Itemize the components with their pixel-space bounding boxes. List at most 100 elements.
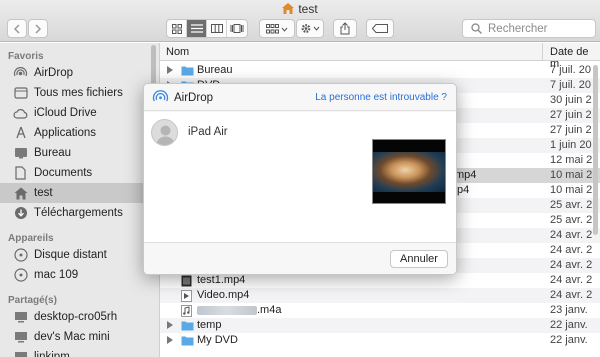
disclosure-triangle-icon[interactable] <box>167 336 173 344</box>
share-button[interactable] <box>333 19 357 38</box>
airdrop-sheet: AirDrop La personne est introuvable ? iP… <box>143 83 457 275</box>
sidebar-item-all-files[interactable]: Tous mes fichiers <box>0 83 159 103</box>
redacted-filename <box>197 306 257 315</box>
home-icon <box>282 3 295 14</box>
file-name: Video.mp4 <box>197 289 250 301</box>
sidebar-item-label: Bureau <box>34 147 72 159</box>
disclosure-triangle-icon[interactable] <box>167 66 173 74</box>
file-date: 22 janv. <box>550 334 588 346</box>
sidebar-item-label: mac 109 <box>34 269 79 281</box>
airdrop-sheet-header: AirDrop La personne est introuvable ? <box>144 84 456 111</box>
download-icon <box>13 206 28 221</box>
file-date: 27 juin 2 <box>550 124 592 136</box>
tag-icon <box>372 24 388 33</box>
columns-icon <box>210 24 223 33</box>
sidebar-item-applications[interactable]: Applications <box>0 123 159 143</box>
sidebar-item-remote-disc[interactable]: Disque distant <box>0 245 159 265</box>
list-view-button[interactable] <box>187 20 207 37</box>
cant-find-person-link[interactable]: La personne est introuvable ? <box>315 92 447 103</box>
file-name: Bureau <box>197 64 233 76</box>
column-view-button[interactable] <box>207 20 227 37</box>
sidebar-item-label: desktop-cro05rh <box>34 311 118 323</box>
file-date: 22 janv. <box>550 319 588 331</box>
sidebar-item-label: Téléchargements <box>34 207 123 219</box>
file-date: 30 juin 2 <box>550 94 592 106</box>
list-item[interactable]: Bureau 7 juil. 20 <box>160 63 600 78</box>
sidebar-item-test[interactable]: test <box>0 183 159 203</box>
file-name: My DVD <box>197 334 238 346</box>
sidebar-item-mac-109[interactable]: mac 109 <box>0 265 159 285</box>
airdrop-icon <box>152 90 169 102</box>
column-header-date[interactable]: Date de m <box>542 43 600 70</box>
sidebar-item-label: dev's Mac mini <box>34 331 110 343</box>
airdrop-title: AirDrop <box>174 92 213 104</box>
sidebar-item-label: iCloud Drive <box>34 107 97 119</box>
display-icon <box>13 330 28 345</box>
list-icon <box>190 24 203 33</box>
display-icon <box>13 310 28 325</box>
icon-view-button[interactable] <box>167 20 187 37</box>
file-date: 7 juil. 20 <box>550 79 591 91</box>
window-title: test <box>0 2 600 16</box>
file-name: temp <box>197 319 222 331</box>
device-name[interactable]: iPad Air <box>188 126 228 138</box>
cloud-icon <box>13 106 28 121</box>
share-icon <box>340 22 350 35</box>
chevron-left-icon <box>13 23 20 34</box>
sidebar: Favoris AirDrop Tous mes fichiers iCloud… <box>0 43 160 357</box>
grid-icon <box>171 23 182 34</box>
cover-flow-icon <box>230 24 244 33</box>
file-date: 10 mai 2 <box>550 169 593 181</box>
column-header: Nom Date de m <box>160 43 600 70</box>
file-date: 24 avr. 2 <box>550 229 593 241</box>
arrange-grid-icon <box>266 23 288 33</box>
document-icon <box>13 166 28 181</box>
airdrop-sheet-footer: Annuler <box>144 242 456 274</box>
sidebar-item-desktop[interactable]: Bureau <box>0 143 159 163</box>
all-files-icon <box>13 86 28 101</box>
cancel-button[interactable]: Annuler <box>390 250 448 268</box>
list-item[interactable]: test1.mp4 24 avr. 2 <box>160 273 600 288</box>
file-date: 25 avr. 2 <box>550 199 593 211</box>
file-date: 24 avr. 2 <box>550 289 593 301</box>
sidebar-item-linkipm[interactable]: linkipm <box>0 347 159 357</box>
file-name: test1.mp4 <box>197 274 246 286</box>
sidebar-item-airdrop[interactable]: AirDrop <box>0 63 159 83</box>
sidebar-item-label: test <box>34 187 53 199</box>
file-name: p4 <box>457 184 470 196</box>
folder-icon <box>181 321 194 331</box>
sidebar-item-downloads[interactable]: Téléchargements <box>0 203 159 223</box>
file-date: 24 avr. 2 <box>550 259 593 271</box>
view-mode-selector[interactable] <box>166 19 248 38</box>
file-date: 1 juin 20 <box>550 139 592 151</box>
window-title-text: test <box>298 2 318 16</box>
gallery-view-button[interactable] <box>227 20 247 37</box>
list-item[interactable]: .m4a 23 janv. <box>160 303 600 318</box>
airdrop-device-area: iPad Air <box>144 112 456 242</box>
forward-button[interactable] <box>28 19 48 38</box>
sidebar-item-label: AirDrop <box>34 67 73 79</box>
sidebar-item-label: Tous mes fichiers <box>34 87 123 99</box>
sidebar-item-documents[interactable]: Documents <box>0 163 159 183</box>
column-header-name[interactable]: Nom <box>166 46 189 58</box>
action-menu-button[interactable] <box>296 19 324 38</box>
search-field[interactable]: Rechercher <box>462 19 596 38</box>
folder-icon <box>181 336 194 346</box>
file-date: 12 mai 2 <box>550 154 593 166</box>
list-item[interactable]: My DVD 22 janv. <box>160 333 600 348</box>
arrange-button[interactable] <box>259 19 295 38</box>
back-button[interactable] <box>7 19 27 38</box>
edit-tags-button[interactable] <box>366 19 394 38</box>
disclosure-triangle-icon[interactable] <box>167 321 173 329</box>
file-date: 27 juin 2 <box>550 109 592 121</box>
avatar[interactable] <box>151 119 178 146</box>
list-item[interactable]: temp 22 janv. <box>160 318 600 333</box>
list-scrollbar[interactable] <box>593 65 598 235</box>
list-item[interactable]: Video.mp4 24 avr. 2 <box>160 288 600 303</box>
sidebar-item-icloud-drive[interactable]: iCloud Drive <box>0 103 159 123</box>
sidebar-item-desktop-cro05rh[interactable]: desktop-cro05rh <box>0 307 159 327</box>
home-icon <box>13 186 28 201</box>
folder-icon <box>181 66 194 76</box>
sidebar-item-label: Documents <box>34 167 93 179</box>
sidebar-item-devs-mac-mini[interactable]: dev's Mac mini <box>0 327 159 347</box>
